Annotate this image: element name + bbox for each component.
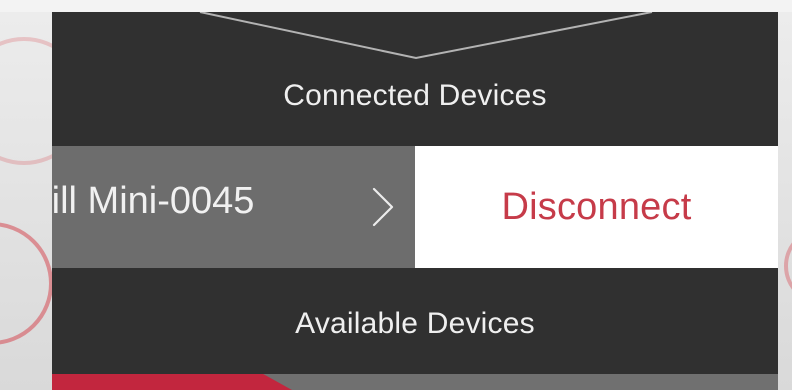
dropdown-pointer — [199, 12, 653, 60]
connected-device-row: rill Mini-0045 Disconnect — [52, 146, 778, 268]
available-device-item-partial[interactable] — [52, 374, 778, 390]
background-ring — [784, 227, 792, 305]
background-left-edge — [0, 12, 52, 390]
connected-devices-header: Connected Devices — [283, 79, 547, 112]
chevron-right-icon — [372, 187, 394, 227]
device-name: rill Mini-0045 — [52, 180, 255, 222]
disconnect-button[interactable]: Disconnect — [415, 146, 778, 268]
background-ring — [0, 222, 52, 345]
top-strip — [0, 0, 792, 12]
devices-dropdown-panel: Connected Devices rill Mini-0045 Disconn… — [52, 12, 778, 390]
accent-stripe — [52, 374, 292, 390]
background-arc — [0, 37, 52, 165]
background-right-edge — [778, 12, 792, 390]
available-devices-header: Available Devices — [295, 307, 535, 340]
connected-device-item[interactable]: rill Mini-0045 — [52, 146, 415, 268]
